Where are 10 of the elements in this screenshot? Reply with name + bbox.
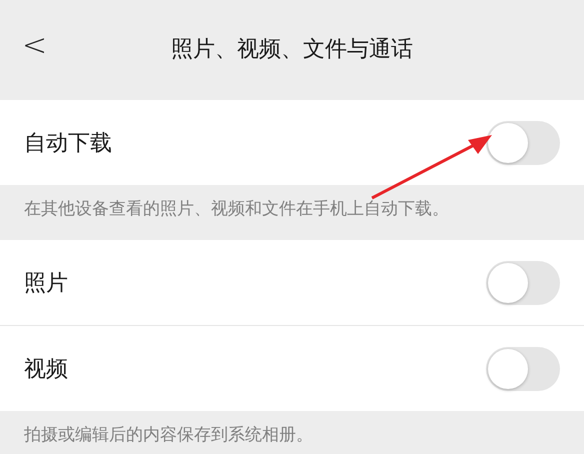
back-button[interactable]: < <box>22 28 48 63</box>
setting-description: 拍摄或编辑后的内容保存到系统相册。 <box>23 424 314 447</box>
toggle-switch[interactable] <box>486 346 560 390</box>
page-title: 照片、视频、文件与通话 <box>171 36 413 64</box>
toggle-switch[interactable] <box>486 120 560 164</box>
setting-label: 照片 <box>24 270 68 298</box>
setting-label: 视频 <box>24 356 68 384</box>
toggle-switch[interactable] <box>486 260 560 304</box>
setting-description: 在其他设备查看的照片、视频和文件在手机上自动下载。 <box>23 198 450 221</box>
setting-label: 自动下载 <box>24 130 112 158</box>
